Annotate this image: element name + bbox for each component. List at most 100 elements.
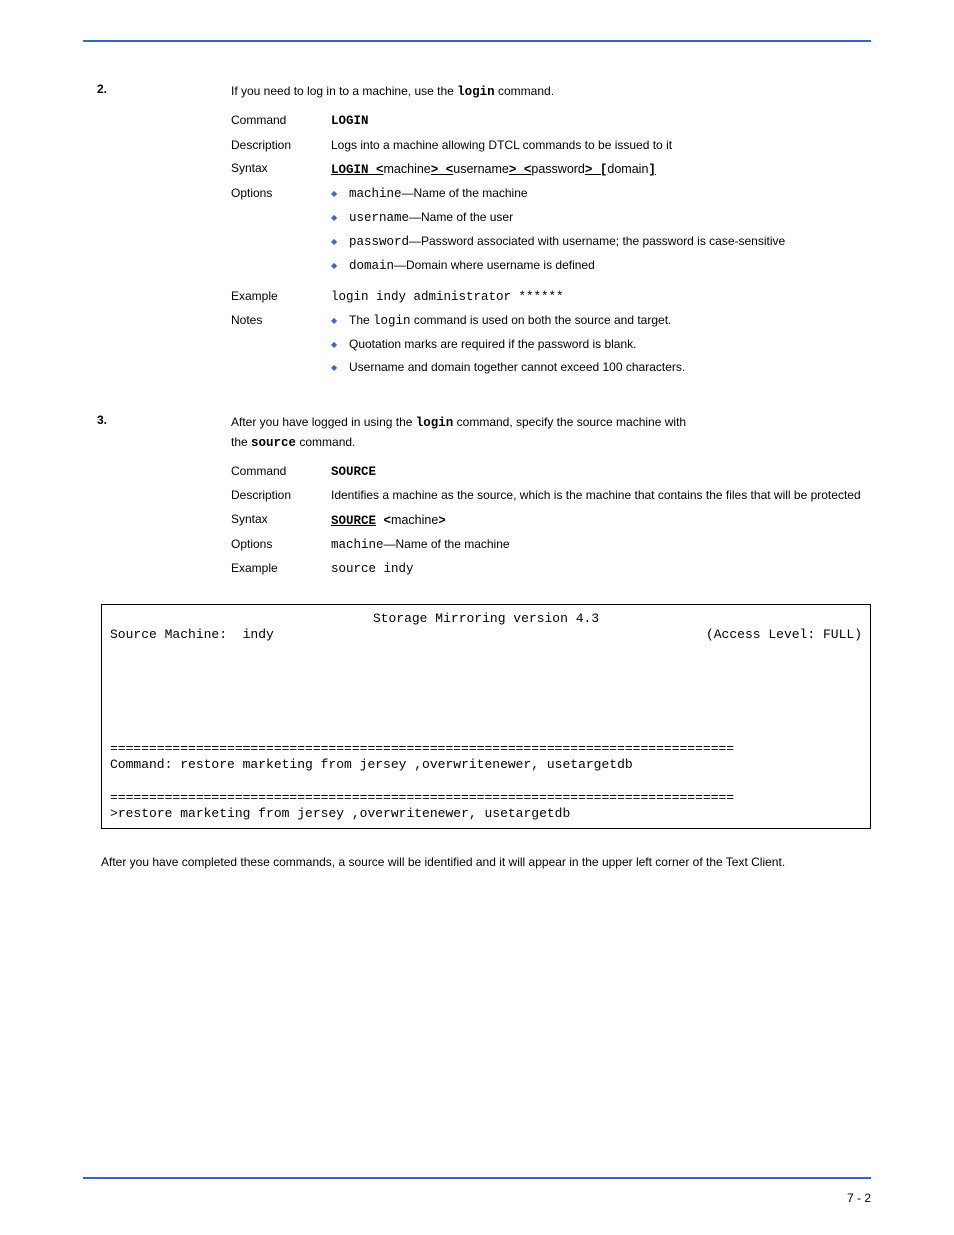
opt-username: username—Name of the user [331, 209, 871, 227]
opt-name: machine [331, 538, 384, 552]
label-example: Example [231, 560, 331, 577]
text: the [231, 435, 251, 449]
note-1: The login command is used on both the so… [331, 312, 871, 330]
opt-name: username [349, 211, 409, 225]
src-label: Source Machine: [110, 627, 243, 642]
label-desc: Description [231, 137, 331, 154]
syn-gt: > [438, 514, 446, 528]
syn-login: LOGIN < [331, 163, 384, 177]
login-notes-list: The login command is used on both the so… [331, 312, 871, 377]
terminal-title: Storage Mirroring version 4.3 [110, 611, 862, 627]
syn-close: ] [648, 163, 656, 177]
opt-text: —Name of the machine [384, 537, 510, 551]
cmd: login [373, 314, 411, 328]
src-value: indy [243, 627, 274, 642]
syn-username: username [453, 162, 509, 176]
label-syntax: Syntax [231, 511, 331, 528]
sep2: ========================================… [110, 790, 734, 805]
source-desc-row: Description Identifies a machine as the … [231, 487, 871, 504]
prompt: > [110, 806, 118, 821]
syn-source: SOURCE [331, 514, 376, 528]
login-cmd-inline: login [416, 416, 454, 430]
step-3-intro: After you have logged in using the login… [231, 413, 871, 454]
step-3-body: After you have logged in using the login… [231, 413, 871, 872]
text: command is used on both the source and t… [411, 313, 672, 327]
syn-machine: machine [384, 162, 431, 176]
login-syntax-row: Syntax LOGIN <machine> <username> <passw… [231, 160, 871, 179]
opt-name: password [349, 235, 409, 249]
source-syntax-row: Syntax SOURCE <machine> [231, 511, 871, 530]
step-2-intro: If you need to log in to a machine, use … [231, 82, 871, 102]
source-example-row: Example source indy [231, 560, 871, 578]
opt-text: —Name of the user [409, 210, 513, 224]
source-block: Command SOURCE Description Identifies a … [231, 463, 871, 578]
page-number: 7 - 2 [847, 1191, 871, 1205]
opt-text: —Password associated with username; the … [409, 234, 785, 248]
login-options-list: machine—Name of the machine username—Nam… [331, 185, 871, 276]
acc-close: ) [854, 627, 862, 642]
opt-name: machine [349, 187, 402, 201]
login-command-row: Command LOGIN [231, 112, 871, 130]
login-example-row: Example login indy administrator ****** [231, 288, 871, 306]
cmd-label: Command: [110, 757, 180, 772]
value-options: machine—Name of the machine [331, 536, 871, 554]
login-desc-row: Description Logs into a machine allowing… [231, 137, 871, 154]
label-options: Options [231, 536, 331, 553]
source-options-row: Options machine—Name of the machine [231, 536, 871, 554]
syn-sep3: > [ [585, 163, 608, 177]
top-rule [83, 40, 871, 42]
label-example: Example [231, 288, 331, 305]
text: If you need to log in to a machine, use … [231, 84, 457, 98]
content-area: 2. If you need to log in to a machine, u… [231, 82, 871, 871]
syn-lt: < [376, 514, 391, 528]
label-command: Command [231, 112, 331, 129]
login-options-row: Options machine—Name of the machine user… [231, 185, 871, 282]
terminal-line2: Source Machine: indy (Access Level: FULL) [110, 627, 862, 643]
label-command: Command [231, 463, 331, 480]
source-command-row: Command SOURCE [231, 463, 871, 481]
note-2: Quotation marks are required if the pass… [331, 336, 871, 353]
prompt-cmd: restore marketing from jersey ,overwrite… [118, 806, 570, 821]
after-text: After you have completed these commands,… [101, 853, 871, 871]
value-desc: Identifies a machine as the source, whic… [331, 487, 871, 504]
label-options: Options [231, 185, 331, 202]
opt-password: password—Password associated with userna… [331, 233, 871, 251]
acc-value: FULL [823, 627, 854, 642]
value-command: SOURCE [331, 463, 871, 481]
text: command, specify the source machine with [453, 415, 686, 429]
note-3: Username and domain together cannot exce… [331, 359, 871, 376]
login-block: Command LOGIN Description Logs into a ma… [231, 112, 871, 382]
syn-sep1: > < [431, 163, 454, 177]
value-example: source indy [331, 560, 871, 578]
login-cmd-inline: login [457, 85, 495, 99]
value-notes: The login command is used on both the so… [331, 312, 871, 383]
value-syntax: SOURCE <machine> [331, 511, 871, 530]
bottom-rule [83, 1177, 871, 1179]
opt-domain: domain—Domain where username is defined [331, 257, 871, 275]
label-syntax: Syntax [231, 160, 331, 177]
text: Quotation marks are required if the pass… [349, 337, 636, 351]
login-notes-row: Notes The login command is used on both … [231, 312, 871, 383]
source-cmd-inline: source [251, 436, 296, 450]
syn-domain: domain [607, 162, 648, 176]
opt-name: domain [349, 259, 394, 273]
step-marker-2: 2. [97, 82, 119, 96]
step-2-body: If you need to log in to a machine, use … [231, 82, 871, 405]
acc-label: (Access Level: [706, 627, 823, 642]
opt-text: —Name of the machine [402, 186, 528, 200]
cmd-value: restore marketing from jersey ,overwrite… [180, 757, 632, 772]
value-syntax: LOGIN <machine> <username> <password> [d… [331, 160, 871, 179]
step-2: 2. If you need to log in to a machine, u… [231, 82, 871, 405]
sep1: ========================================… [110, 741, 734, 756]
text: Username and domain together cannot exce… [349, 360, 685, 374]
text: The [349, 313, 373, 327]
value-options: machine—Name of the machine username—Nam… [331, 185, 871, 282]
label-desc: Description [231, 487, 331, 504]
opt-machine: machine—Name of the machine [331, 185, 871, 203]
opt-text: —Domain where username is defined [394, 258, 595, 272]
syn-machine: machine [391, 513, 438, 527]
value-example: login indy administrator ****** [331, 288, 871, 306]
step-marker-3: 3. [97, 413, 119, 427]
syn-password: password [531, 162, 585, 176]
value-command: LOGIN [331, 112, 871, 130]
